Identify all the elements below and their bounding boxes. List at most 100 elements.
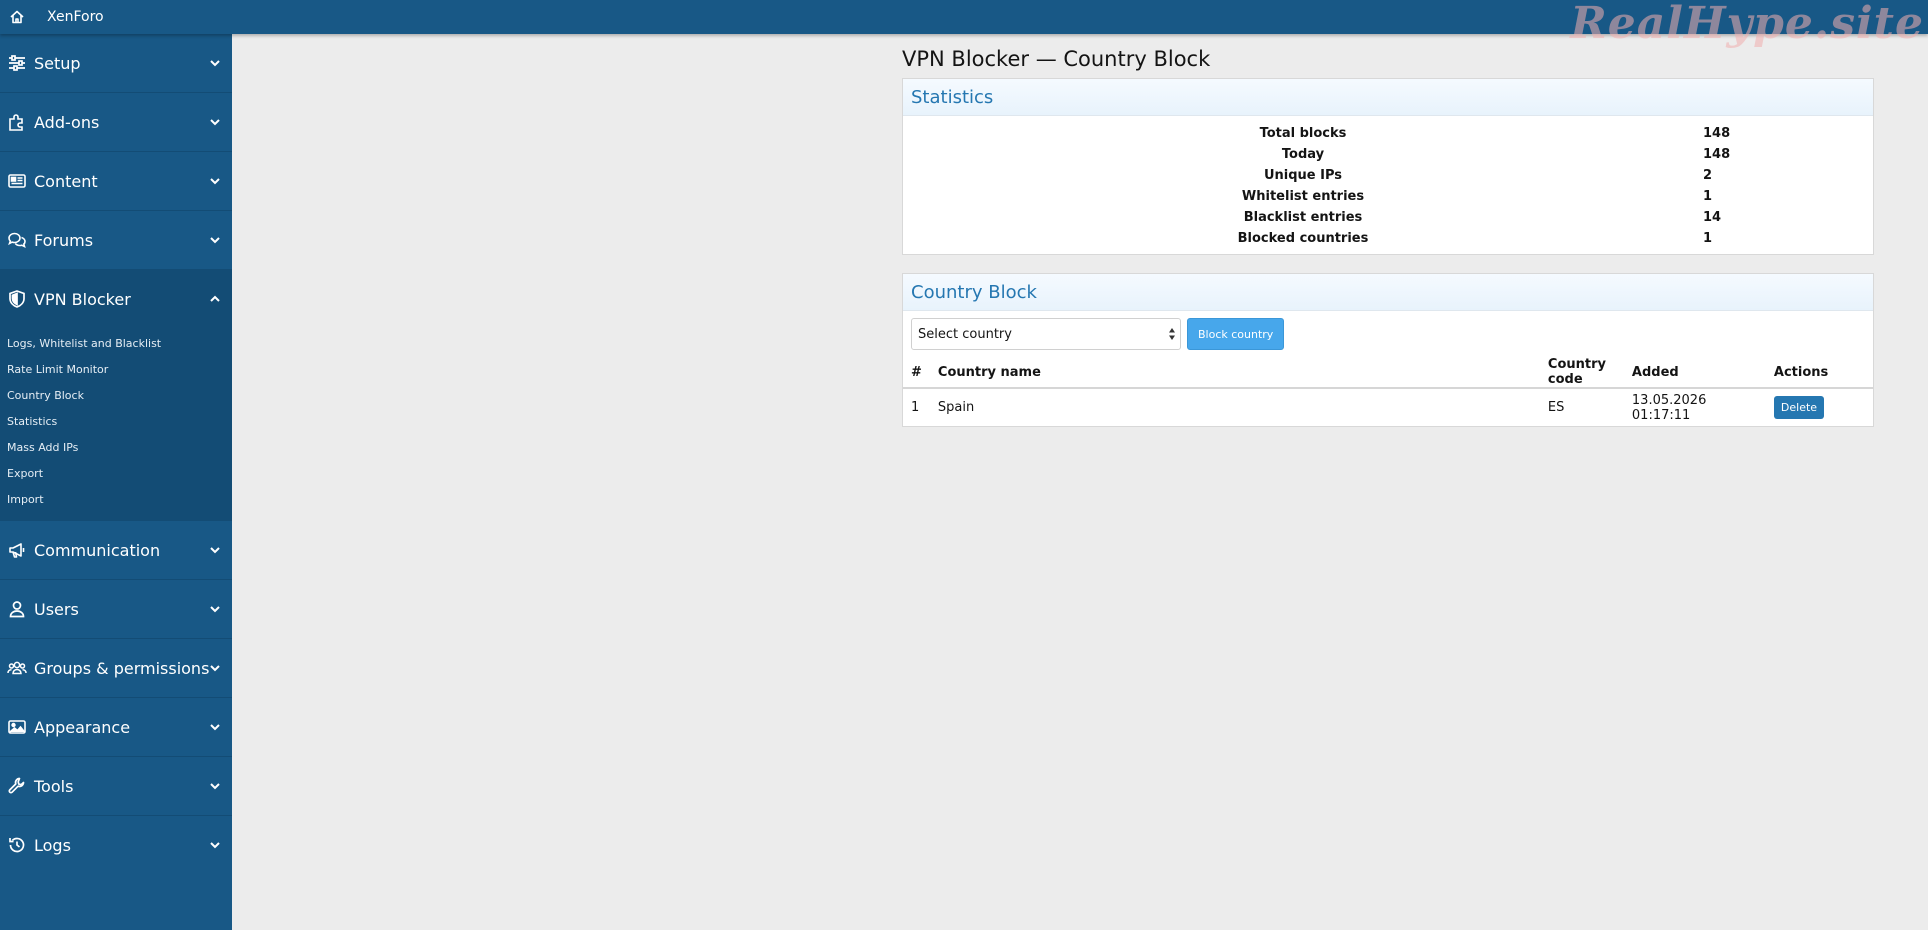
nav-label: Tools (34, 776, 74, 796)
nav-label: Groups & permissions (34, 658, 210, 678)
stat-label: Unique IPs (1263, 168, 1343, 183)
submenu-import[interactable]: Import (0, 486, 232, 512)
main-content: VPN Blocker — Country Block Statistics T… (902, 44, 1874, 445)
nav-label: Appearance (34, 717, 131, 737)
stat-value: 148 (1703, 126, 1731, 141)
nav-forums[interactable]: Forums (0, 211, 232, 269)
chevron-down-icon (210, 606, 220, 613)
chevron-down-icon (210, 842, 220, 849)
col-actions: Actions (1765, 357, 1873, 389)
statistics-block: Statistics Total blocks 148 Today 148 Un… (902, 78, 1874, 255)
submenu-country-block[interactable]: Country Block (0, 382, 232, 408)
stat-row: Today 148 (903, 144, 1873, 165)
nav-section-logs: Logs (0, 816, 232, 874)
country-form: Select country Block country (903, 311, 1873, 357)
stat-label: Blacklist entries (1243, 210, 1363, 225)
chevron-down-icon (210, 237, 220, 244)
chevron-up-icon (210, 295, 220, 302)
stat-value: 2 (1703, 168, 1713, 183)
newspaper-icon (0, 171, 34, 191)
nav-section-appearance: Appearance (0, 698, 232, 757)
submenu-logs-whitelist-blacklist[interactable]: Logs, Whitelist and Blacklist (0, 330, 232, 356)
nav-appearance[interactable]: Appearance (0, 698, 232, 756)
submenu-rate-limit-monitor[interactable]: Rate Limit Monitor (0, 356, 232, 382)
chevron-down-icon (210, 665, 220, 672)
stat-label: Total blocks (1259, 126, 1347, 141)
image-icon (0, 717, 34, 737)
user-icon (0, 599, 34, 619)
top-bar: XenForo RealHype.site (0, 0, 1928, 49)
stat-value: 1 (1703, 231, 1713, 246)
col-country-code: Country code (1539, 357, 1632, 389)
stat-row: Blacklist entries 14 (903, 207, 1873, 228)
sliders-icon (0, 53, 34, 73)
watermark-logo: RealHype.site (1570, 0, 1924, 49)
page-title: VPN Blocker — Country Block (902, 47, 1211, 71)
stat-label: Blocked countries (1237, 231, 1369, 246)
stat-value: 1 (1703, 189, 1713, 204)
chevron-down-icon (210, 783, 220, 790)
statistics-list: Total blocks 148 Today 148 Unique IPs 2 … (903, 116, 1873, 254)
brand-link[interactable]: XenForo (47, 9, 104, 25)
nav-users[interactable]: Users (0, 580, 232, 638)
history-icon (0, 835, 34, 855)
submenu-export[interactable]: Export (0, 460, 232, 486)
row-added: 13.05.2026 01:17:11 (1631, 392, 1707, 423)
nav-addons[interactable]: Add-ons (0, 93, 232, 151)
blocked-countries-table: # Country name Country code Added Action… (903, 357, 1873, 426)
row-country-code: ES (1547, 400, 1565, 415)
statistics-heading: Statistics (903, 79, 1873, 116)
nav-label: Content (34, 171, 98, 191)
country-select[interactable]: Select country (911, 318, 1181, 350)
nav-section-content: Content (0, 152, 232, 211)
col-added: Added (1631, 357, 1766, 389)
country-block-heading: Country Block (903, 274, 1873, 311)
country-select-value: Select country (918, 326, 1012, 342)
col-country-name: Country name (929, 357, 1540, 389)
nav-section-addons: Add-ons (0, 93, 232, 152)
shield-icon (0, 289, 34, 309)
nav-section-forums: Forums (0, 211, 232, 270)
comments-icon (0, 230, 34, 250)
select-arrows-icon (1169, 328, 1175, 340)
row-actions: Delete (1766, 388, 1873, 426)
nav-label: Communication (34, 540, 161, 560)
stat-row: Total blocks 148 (903, 123, 1873, 144)
row-country-name: Spain (937, 400, 975, 415)
stat-value: 148 (1703, 147, 1731, 162)
nav-tools[interactable]: Tools (0, 757, 232, 815)
vpn-blocker-submenu: Logs, Whitelist and Blacklist Rate Limit… (0, 328, 232, 520)
stat-row: Whitelist entries 1 (903, 186, 1873, 207)
nav-vpn-blocker[interactable]: VPN Blocker (0, 270, 232, 328)
submenu-mass-add-ips[interactable]: Mass Add IPs (0, 434, 232, 460)
stat-label: Whitelist entries (1241, 189, 1365, 204)
nav-setup[interactable]: Setup (0, 34, 232, 92)
home-button[interactable] (1, 0, 33, 34)
table-row: 1 Spain ES 13.05.2026 01:17:11 Delete (903, 388, 1873, 426)
nav-section-setup: Setup (0, 34, 232, 93)
stat-row: Blocked countries 1 (903, 228, 1873, 249)
nav-label: Setup (34, 53, 81, 73)
submenu-statistics[interactable]: Statistics (0, 408, 232, 434)
delete-button[interactable]: Delete (1773, 396, 1825, 419)
nav-label: Users (34, 599, 79, 619)
chevron-down-icon (210, 60, 220, 67)
nav-section-tools: Tools (0, 757, 232, 816)
nav-label: VPN Blocker (34, 289, 131, 309)
nav-content[interactable]: Content (0, 152, 232, 210)
stat-label: Today (1281, 147, 1325, 162)
nav-label: Add-ons (34, 112, 100, 132)
chevron-down-icon (210, 724, 220, 731)
table-header-row: # Country name Country code Added Action… (903, 357, 1873, 389)
nav-logs[interactable]: Logs (0, 816, 232, 874)
home-icon (10, 10, 24, 24)
nav-groups-permissions[interactable]: Groups & permissions (0, 639, 232, 697)
nav-communication[interactable]: Communication (0, 521, 232, 579)
sidebar: Setup Add-ons Content Forums VPN Blocker (0, 34, 232, 930)
country-block-panel: Country Block Select country Block count… (902, 273, 1874, 427)
users-icon (0, 658, 34, 678)
block-country-button[interactable]: Block country (1187, 318, 1285, 350)
nav-section-groups-permissions: Groups & permissions (0, 639, 232, 698)
nav-section-users: Users (0, 580, 232, 639)
puzzle-icon (0, 112, 34, 132)
